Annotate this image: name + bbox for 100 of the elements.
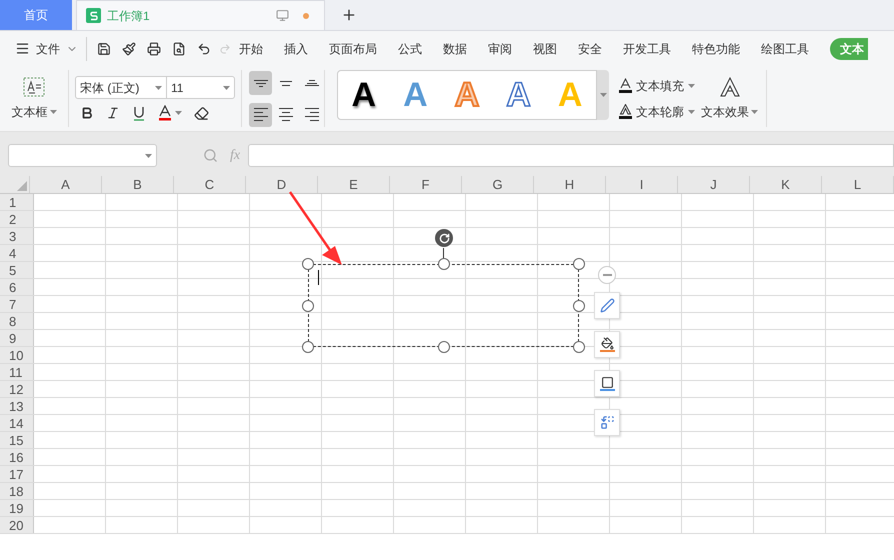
ribbon-tab[interactable]: 数据 [443, 40, 467, 58]
menu-icon[interactable] [15, 41, 30, 56]
row-header[interactable]: 15 [0, 432, 34, 448]
align-top-icon [254, 80, 268, 86]
row-header[interactable]: 19 [0, 500, 34, 516]
underline-icon[interactable] [132, 106, 146, 120]
align-left-icon [254, 108, 268, 121]
rotate-handle[interactable] [435, 229, 453, 247]
resize-handle[interactable] [573, 258, 585, 270]
text-box-icon[interactable] [23, 76, 45, 96]
pen-icon [600, 298, 614, 313]
file-menu[interactable]: 文件 [36, 40, 60, 58]
new-tab-button[interactable] [341, 7, 357, 23]
column-header[interactable]: E [318, 176, 390, 193]
ribbon-tab[interactable]: 公式 [398, 40, 422, 58]
collapse-button[interactable] [598, 266, 616, 284]
column-header[interactable]: C [174, 176, 246, 193]
row-header[interactable]: 11 [0, 364, 34, 380]
ribbon-tab[interactable]: 安全 [578, 40, 602, 58]
ribbon-tab[interactable]: 绘图工具 [761, 40, 809, 58]
home-tab[interactable]: 首页 [0, 0, 72, 30]
spreadsheet-logo-icon [86, 8, 101, 23]
fill-button[interactable] [594, 331, 620, 358]
save-icon[interactable] [97, 42, 111, 56]
resize-handle[interactable] [573, 300, 585, 312]
ribbon-tab[interactable]: 插入 [284, 40, 308, 58]
print-icon[interactable] [147, 42, 161, 56]
row-header[interactable]: 9 [0, 330, 34, 346]
row-header[interactable]: 10 [0, 347, 34, 363]
resize-handle[interactable] [302, 341, 314, 353]
italic-icon[interactable] [106, 106, 120, 120]
align-middle-icon [279, 80, 294, 86]
column-header[interactable]: I [606, 176, 678, 193]
column-header[interactable]: H [534, 176, 606, 193]
row-header[interactable]: 3 [0, 228, 34, 244]
row-header[interactable]: 8 [0, 313, 34, 329]
row-header[interactable]: 2 [0, 211, 34, 227]
text-box-button[interactable]: 文本框 [12, 102, 56, 120]
corner-triangle-icon [17, 181, 27, 191]
text-fill-icon [619, 78, 632, 93]
style-button[interactable] [594, 292, 620, 319]
column-header[interactable]: K [750, 176, 822, 193]
align-left-button[interactable] [249, 102, 272, 126]
column-header[interactable]: A [30, 176, 102, 193]
ribbon-tab[interactable]: 开始 [239, 40, 263, 58]
ribbon-tab[interactable]: 视图 [533, 40, 557, 58]
column-header[interactable]: D [246, 176, 318, 193]
bold-icon[interactable] [80, 106, 94, 120]
align-top-button[interactable] [249, 71, 272, 95]
align-right-icon [304, 108, 319, 121]
row-header[interactable]: 13 [0, 398, 34, 414]
outline-icon [600, 376, 614, 391]
row-header[interactable]: 16 [0, 449, 34, 465]
column-header[interactable]: L [822, 176, 894, 193]
font-color-icon[interactable] [158, 105, 172, 121]
outline-button[interactable] [594, 370, 620, 397]
text-fill-button[interactable]: 文本填充 [619, 76, 695, 94]
resize-handle[interactable] [573, 341, 585, 353]
resize-handle[interactable] [438, 258, 450, 270]
resize-handle[interactable] [302, 258, 314, 270]
monitor-icon [276, 9, 289, 22]
workbook-title: 工作簿1 [107, 8, 150, 24]
wordart-style[interactable]: A [506, 78, 531, 112]
align-center-icon [279, 108, 294, 121]
print-preview-icon[interactable] [172, 42, 186, 56]
row-header[interactable]: 6 [0, 279, 34, 295]
resize-handle[interactable] [438, 341, 450, 353]
ribbon-tab[interactable]: 特色功能 [692, 40, 740, 58]
ribbon-tab[interactable]: 开发工具 [623, 40, 671, 58]
row-header[interactable]: 14 [0, 415, 34, 431]
text-cursor [318, 270, 319, 285]
row-header[interactable]: 17 [0, 466, 34, 482]
wordart-style[interactable]: A [352, 78, 376, 112]
column-header[interactable]: G [462, 176, 534, 193]
column-header[interactable]: J [678, 176, 750, 193]
formula-input[interactable] [248, 144, 894, 167]
row-header[interactable]: 4 [0, 245, 34, 261]
column-header[interactable]: B [102, 176, 174, 193]
row-header[interactable]: 7 [0, 296, 34, 312]
format-painter-icon[interactable] [122, 42, 136, 56]
ribbon-tab[interactable]: 页面布局 [329, 40, 377, 58]
text-effect-button[interactable]: 文本效果 [701, 102, 758, 120]
text-effect-icon[interactable] [720, 76, 740, 96]
ribbon-tab[interactable]: 审阅 [488, 40, 512, 58]
undo-icon[interactable] [197, 42, 211, 56]
eraser-icon[interactable] [194, 106, 209, 120]
column-header[interactable]: F [390, 176, 462, 193]
row-header[interactable]: 18 [0, 483, 34, 499]
resize-handle[interactable] [302, 300, 314, 312]
row-header[interactable]: 20 [0, 517, 34, 533]
caret-icon [751, 110, 758, 114]
caret-icon [688, 84, 695, 88]
row-header[interactable]: 5 [0, 262, 34, 278]
row-header[interactable]: 1 [0, 194, 34, 210]
align-bottom-icon [304, 80, 319, 86]
text-outline-button[interactable]: 文本轮廓 [619, 102, 695, 120]
caret-icon [688, 110, 695, 114]
caret-icon [50, 110, 56, 114]
text-format-button[interactable] [594, 409, 620, 436]
row-header[interactable]: 12 [0, 381, 34, 397]
